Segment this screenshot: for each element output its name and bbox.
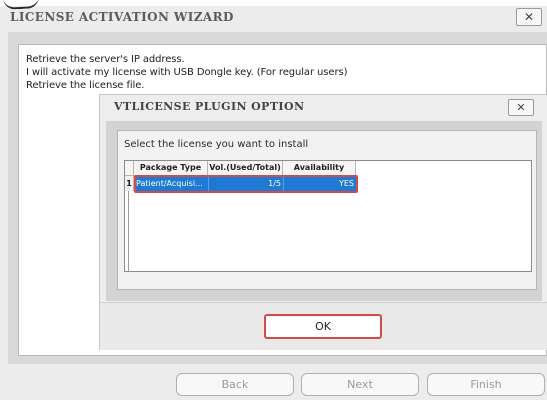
license-table[interactable]: Package Type Vol.(Used/Total) Availabili… [124, 160, 532, 272]
option-license-file[interactable]: Retrieve the license file. [26, 80, 144, 91]
table-corner-header [125, 161, 134, 176]
plugin-body: Select the license you want to install P… [106, 121, 542, 301]
license-prompt: Select the license you want to install [124, 139, 309, 150]
finish-button[interactable]: Finish [427, 373, 545, 396]
table-left-rail [125, 191, 129, 271]
close-icon: ✕ [516, 101, 526, 114]
plugin-close-button[interactable]: ✕ [508, 99, 534, 116]
option-usb-dongle[interactable]: I will activate my license with USB Dong… [26, 67, 347, 78]
wizard-close-button[interactable]: ✕ [516, 8, 542, 26]
cursor-fragment [2, 0, 40, 10]
column-availability[interactable]: Availability [283, 161, 356, 176]
license-card: Select the license you want to install P… [117, 130, 537, 290]
plugin-dialog-title: VTLICENSE PLUGIN OPTION [114, 100, 305, 113]
plugin-footer: OK [100, 302, 547, 350]
back-button[interactable]: Back [176, 373, 294, 396]
top-strip [0, 0, 547, 6]
ok-button[interactable]: OK [264, 314, 382, 339]
row-index: 1 [125, 176, 134, 191]
next-button[interactable]: Next [301, 373, 419, 396]
option-retrieve-ip[interactable]: Retrieve the server's IP address. [26, 54, 185, 65]
table-row-package-type[interactable]: Patient/Acquisi... [134, 176, 208, 191]
table-row-volume[interactable]: 1/5 [208, 176, 283, 191]
column-volume[interactable]: Vol.(Used/Total) [208, 161, 283, 176]
table-row-availability[interactable]: YES [283, 176, 356, 191]
plugin-option-dialog: VTLICENSE PLUGIN OPTION ✕ Select the lic… [99, 94, 547, 350]
column-package-type[interactable]: Package Type [134, 161, 208, 176]
wizard-title: LICENSE ACTIVATION WIZARD [10, 10, 234, 24]
close-icon: ✕ [523, 10, 535, 24]
